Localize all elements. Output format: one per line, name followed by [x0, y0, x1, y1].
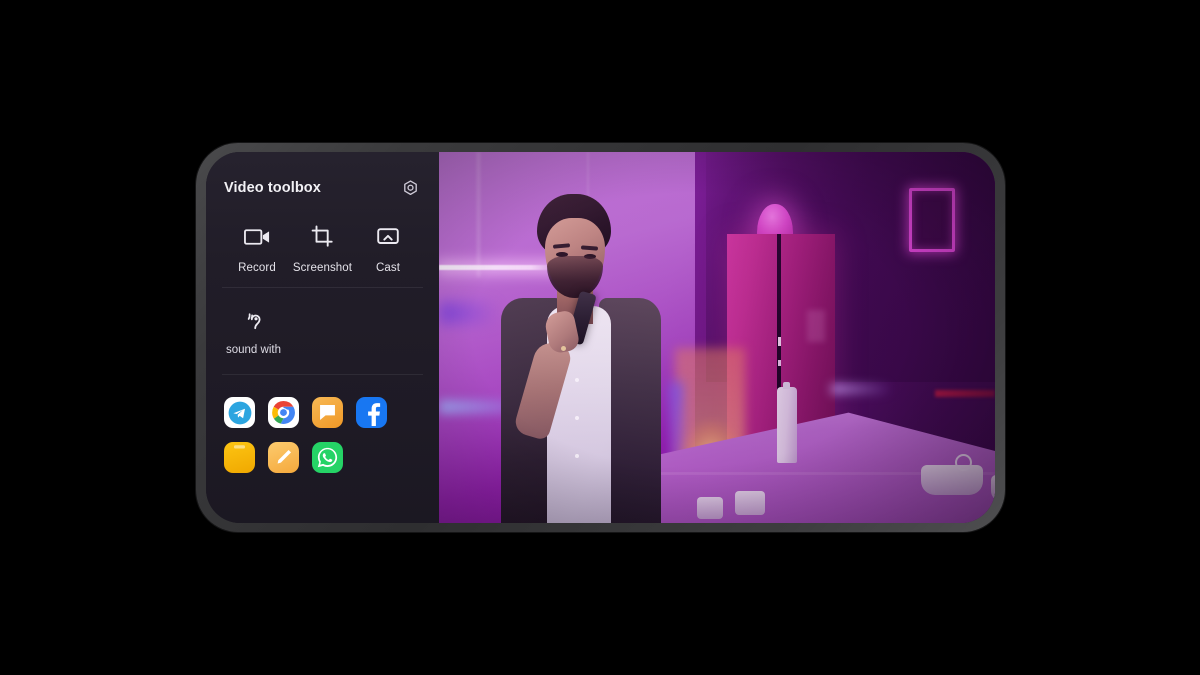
phone-device-frame: Video toolbox Record Screenshot Cast sou… [196, 143, 1005, 532]
toolbox-sound-row: sound with [224, 288, 421, 356]
record-button[interactable]: Record [226, 222, 288, 274]
sound-with-button[interactable]: sound with [226, 306, 312, 356]
screenshot-label: Screenshot [292, 262, 353, 274]
cast-screen-icon [376, 222, 400, 252]
record-label: Record [238, 262, 276, 274]
man-beard [547, 256, 603, 298]
video-playback-area[interactable] [439, 152, 995, 523]
cast-button[interactable]: Cast [357, 222, 419, 274]
scene-wall-seam [477, 152, 480, 277]
messages-icon[interactable] [312, 397, 343, 428]
facebook-icon[interactable] [356, 397, 387, 428]
toolbox-title: Video toolbox [224, 180, 321, 196]
scene-neon-picture-frame [909, 188, 955, 252]
scene-man-with-phone [495, 194, 685, 523]
gear-hex-icon[interactable] [399, 177, 421, 199]
scene-cabinet-light-1 [778, 337, 781, 346]
chrome-icon[interactable] [268, 397, 299, 428]
screenshot-root: Video toolbox Record Screenshot Cast sou… [0, 0, 1200, 675]
whatsapp-icon[interactable] [312, 442, 343, 473]
app-row [224, 442, 421, 473]
video-toolbox-panel: Video toolbox Record Screenshot Cast sou… [206, 152, 439, 523]
man-ring [561, 346, 566, 351]
cast-label: Cast [375, 262, 401, 274]
crop-icon [311, 222, 335, 252]
scene-cabinet-highlight [807, 310, 825, 342]
phone-screen: Video toolbox Record Screenshot Cast sou… [206, 152, 995, 523]
scene-red-shelf [935, 390, 995, 397]
scene-bowl [921, 465, 983, 495]
screenshot-button[interactable]: Screenshot [292, 222, 354, 274]
scene-neon-glow [439, 302, 499, 324]
telegram-icon[interactable] [224, 397, 255, 428]
man-shirt-button [575, 378, 579, 382]
toolbox-action-row: Record Screenshot Cast [224, 222, 421, 274]
toolbox-header: Video toolbox [224, 176, 421, 200]
video-camera-icon [243, 222, 271, 252]
ear-sound-icon [246, 306, 270, 334]
app-shortcut-grid [224, 375, 421, 473]
folder-icon[interactable] [224, 442, 255, 473]
scene-bottle-cap [783, 382, 790, 389]
scene-neon-blue-d [831, 384, 889, 394]
scene-bottle [777, 387, 797, 463]
scene-bowl-ring [955, 454, 972, 471]
man-shirt-button [575, 454, 579, 458]
notes-pencil-icon[interactable] [268, 442, 299, 473]
scene-jar-a [735, 491, 765, 515]
scene-cabinet-light-2 [778, 360, 781, 366]
sound-with-label: sound with [226, 344, 281, 356]
man-shirt-button [575, 416, 579, 420]
scene-jar-b [697, 497, 723, 519]
app-row [224, 397, 421, 428]
